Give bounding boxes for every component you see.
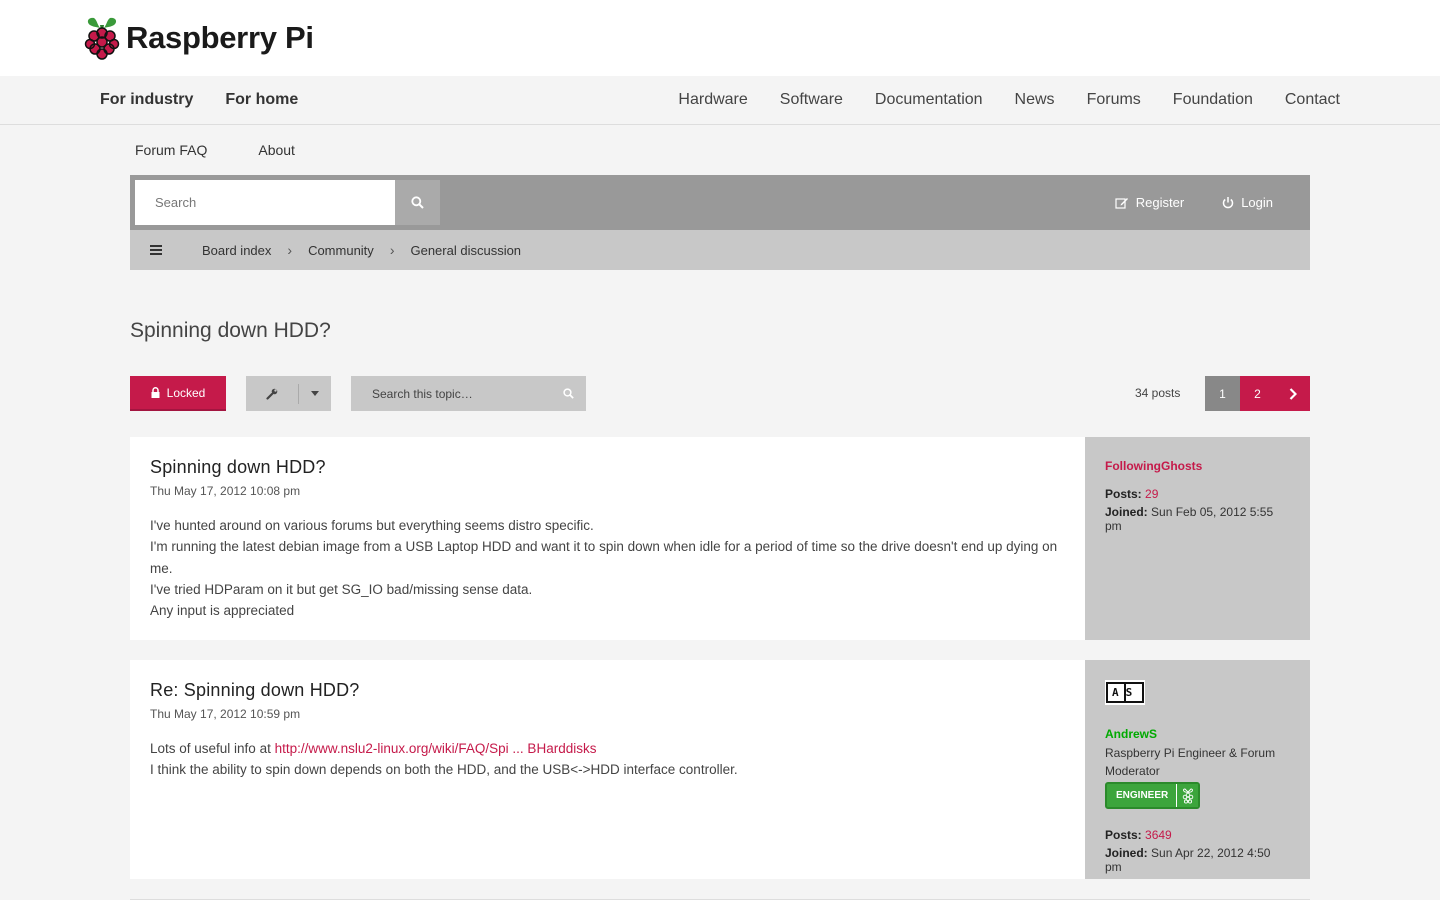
- joined-label: Joined:: [1105, 505, 1148, 519]
- post: Re: Spinning down HDD? Thu May 17, 2012 …: [130, 660, 1310, 879]
- author-joined: Joined: Sun Feb 05, 2012 5:55 pm: [1105, 505, 1290, 533]
- chevron-right-icon: [1289, 387, 1297, 400]
- site-header: Raspberry Pi: [0, 0, 1440, 76]
- topic-title[interactable]: Spinning down HDD?: [130, 319, 331, 343]
- post-title[interactable]: Re: Spinning down HDD?: [150, 680, 1065, 701]
- search-icon: [411, 196, 424, 209]
- author-username[interactable]: FollowingGhosts: [1105, 459, 1290, 473]
- hamburger-icon: [150, 245, 162, 255]
- raspberry-badge-icon: [1176, 784, 1199, 807]
- post-line: Lots of useful info at http://www.nslu2-…: [150, 738, 1065, 759]
- page-2[interactable]: 2: [1240, 376, 1275, 411]
- post-date: Thu May 17, 2012 10:59 pm: [150, 707, 301, 721]
- chevron-right-icon: ›: [389, 242, 395, 258]
- locked-button[interactable]: Locked: [130, 376, 226, 411]
- posts-label: Posts:: [1105, 487, 1142, 501]
- nav-forums[interactable]: Forums: [1087, 91, 1141, 109]
- author-rank: Raspberry Pi Engineer & Forum Moderator: [1105, 746, 1276, 778]
- engineer-badge: ENGINEER: [1105, 782, 1201, 809]
- pagination: 1 2: [1205, 376, 1310, 411]
- nav-documentation[interactable]: Documentation: [875, 91, 983, 109]
- post-author-profile: AS AndrewS Raspberry Pi Engineer & Forum…: [1085, 660, 1310, 879]
- main-nav: For industry For home Hardware Software …: [0, 76, 1440, 125]
- lock-icon: [151, 387, 160, 398]
- nav-contact[interactable]: Contact: [1285, 91, 1340, 109]
- page-1[interactable]: 1: [1205, 376, 1240, 411]
- badge-label: ENGINEER: [1116, 790, 1169, 801]
- posts-label: Posts:: [1105, 828, 1142, 842]
- login-label: Login: [1241, 195, 1273, 210]
- topic-search-button[interactable]: [551, 388, 586, 399]
- login-link[interactable]: Login: [1222, 195, 1273, 210]
- nav-foundation[interactable]: Foundation: [1173, 91, 1253, 109]
- raspberry-logo-icon: [84, 17, 120, 60]
- crumb-general-discussion[interactable]: General discussion: [410, 243, 521, 258]
- crumb-community[interactable]: Community: [308, 243, 374, 258]
- author-posts: Posts: 3649: [1105, 828, 1290, 842]
- nav-for-home[interactable]: For home: [225, 91, 298, 109]
- author-posts: Posts: 29: [1105, 487, 1290, 501]
- topic-search-box: [351, 376, 586, 411]
- post-title[interactable]: Spinning down HDD?: [150, 457, 1065, 478]
- joined-label: Joined:: [1105, 846, 1148, 860]
- register-link[interactable]: Register: [1115, 195, 1184, 210]
- post-date: Thu May 17, 2012 10:08 pm: [150, 484, 301, 498]
- edit-icon: [1115, 197, 1128, 209]
- forum-faq-link[interactable]: Forum FAQ: [135, 142, 207, 158]
- site-logo[interactable]: Raspberry Pi: [84, 15, 314, 61]
- power-icon: [1222, 197, 1234, 209]
- search-input[interactable]: [135, 180, 395, 225]
- menu-button[interactable]: [130, 245, 182, 255]
- post-content: I've hunted around on various forums but…: [150, 515, 1065, 621]
- site-name: Raspberry Pi: [126, 20, 314, 55]
- author-joined: Joined: Sun Apr 22, 2012 4:50 pm: [1105, 846, 1290, 874]
- next-page-button[interactable]: [1275, 376, 1310, 411]
- forum-header-bar: Register Login: [130, 175, 1310, 230]
- chevron-right-icon: ›: [287, 242, 293, 258]
- post-author-profile: FollowingGhosts Posts: 29 Joined: Sun Fe…: [1085, 437, 1310, 640]
- nav-software[interactable]: Software: [780, 91, 843, 109]
- about-link[interactable]: About: [258, 142, 295, 158]
- post-line: I think the ability to spin down depends…: [150, 762, 738, 778]
- topic-tools-dropdown[interactable]: [246, 376, 331, 411]
- post-line: Any input is appreciated: [150, 603, 295, 619]
- caret-down-icon: [311, 391, 319, 396]
- post-content: Lots of useful info at http://www.nslu2-…: [150, 738, 1065, 781]
- register-label: Register: [1135, 195, 1185, 210]
- author-avatar[interactable]: AS: [1105, 680, 1145, 705]
- nav-news[interactable]: News: [1015, 91, 1055, 109]
- post-count: 34 posts: [1135, 386, 1181, 400]
- forum-sub-nav: Forum FAQ About: [135, 142, 295, 158]
- locked-label: Locked: [166, 385, 206, 400]
- post-line: I've hunted around on various forums but…: [150, 518, 594, 533]
- posts-count[interactable]: 29: [1145, 487, 1158, 501]
- post-line: I've tried HDParam on it but get SG_IO b…: [150, 581, 533, 597]
- posts-count[interactable]: 3649: [1145, 828, 1172, 842]
- search-button[interactable]: [395, 180, 440, 225]
- post-line: I'm running the latest debian image from…: [150, 539, 1058, 576]
- topic-search-input[interactable]: [351, 376, 551, 411]
- breadcrumb: Board index › Community › General discus…: [130, 230, 1310, 270]
- post-text: Lots of useful info at: [150, 741, 275, 756]
- nav-for-industry[interactable]: For industry: [100, 91, 193, 109]
- post-link[interactable]: http://www.nslu2-linux.org/wiki/FAQ/Spi …: [275, 741, 597, 756]
- crumb-board-index[interactable]: Board index: [202, 243, 271, 258]
- author-username[interactable]: AndrewS: [1105, 727, 1290, 741]
- avatar-text: AS: [1112, 686, 1140, 699]
- search-icon: [563, 388, 574, 399]
- nav-hardware[interactable]: Hardware: [678, 91, 747, 109]
- wrench-icon: [266, 388, 278, 400]
- post: Spinning down HDD? Thu May 17, 2012 10:0…: [130, 437, 1310, 640]
